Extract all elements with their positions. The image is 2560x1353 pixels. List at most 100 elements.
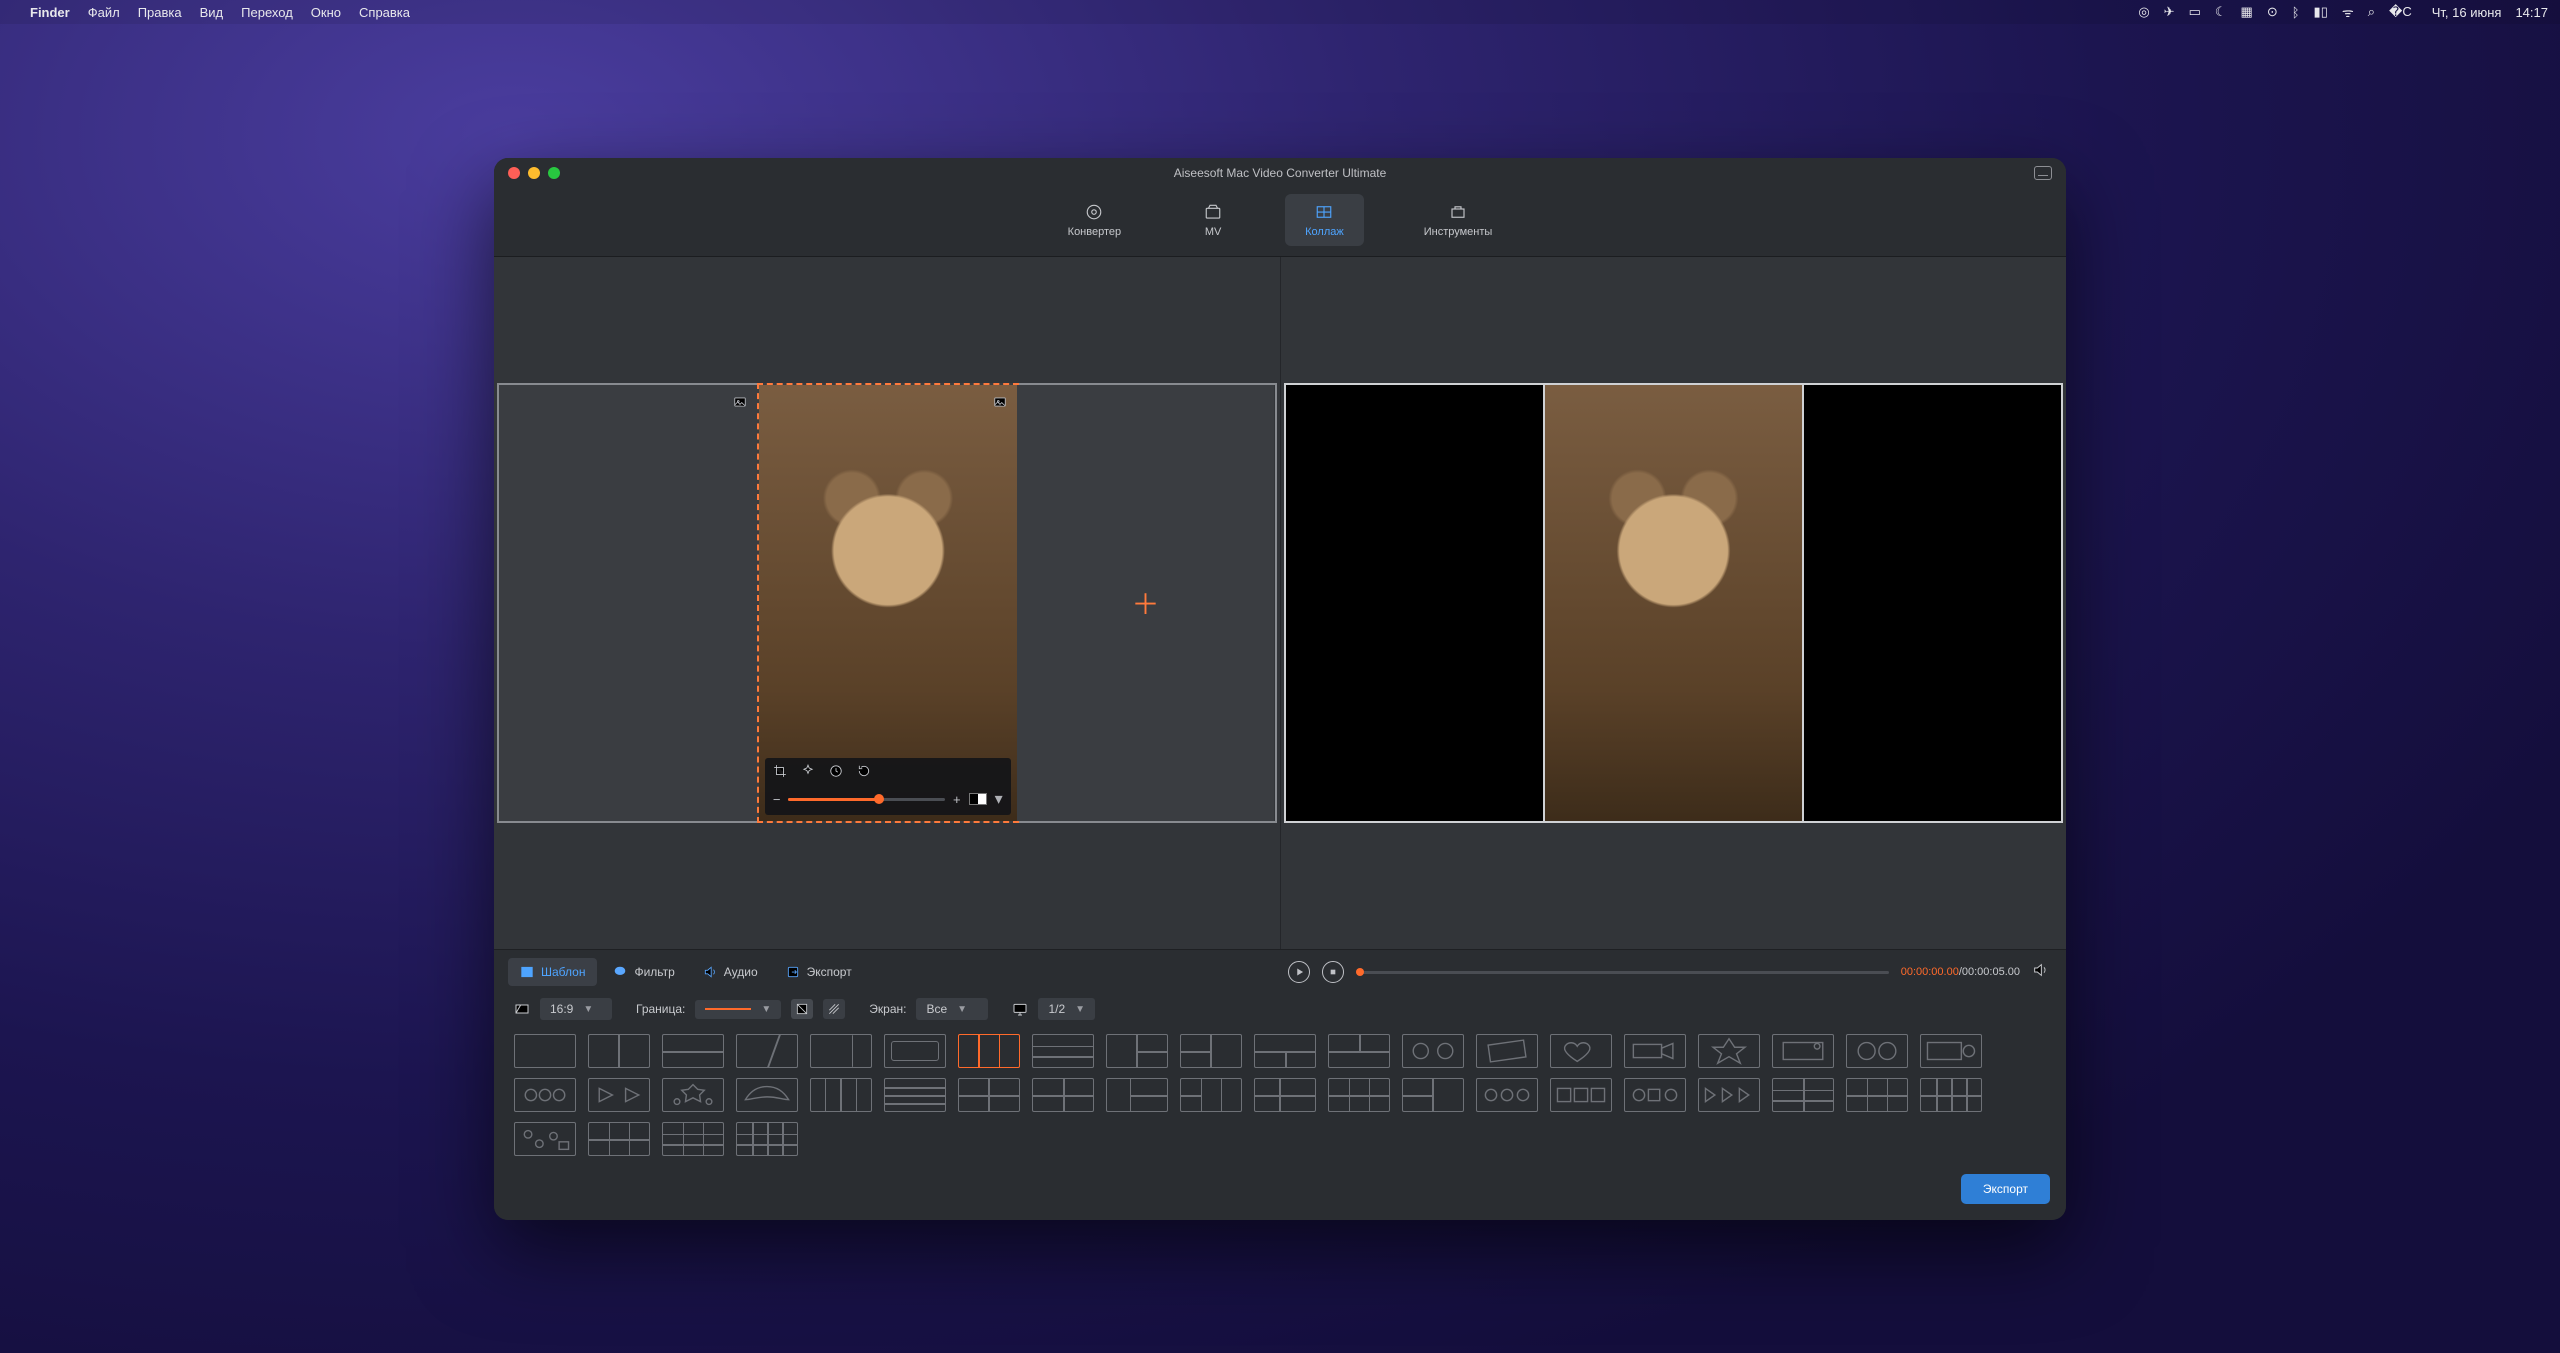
collage-cell-2-selected[interactable]: − + ▾ [757, 383, 1019, 823]
timeline-slider[interactable] [1356, 971, 1889, 974]
menubar-app-name[interactable]: Finder [30, 5, 70, 20]
template-21[interactable] [514, 1078, 576, 1112]
template-2[interactable] [588, 1034, 650, 1068]
collage-cell-1[interactable] [499, 385, 759, 821]
template-11[interactable] [1254, 1034, 1316, 1068]
window-minimize-button[interactable] [528, 167, 540, 179]
template-13[interactable] [1402, 1034, 1464, 1068]
zoom-in-button[interactable]: + [953, 792, 961, 807]
tab-mv[interactable]: MV [1181, 194, 1245, 246]
bluetooth-icon[interactable]: ᛒ [2292, 5, 2300, 20]
window-fullscreen-button[interactable] [548, 167, 560, 179]
template-5[interactable] [810, 1034, 872, 1068]
subtab-export[interactable]: Экспорт [774, 958, 864, 986]
screen-dropdown[interactable]: Все ▼ [916, 998, 988, 1020]
template-18[interactable] [1772, 1034, 1834, 1068]
template-38[interactable] [1772, 1078, 1834, 1112]
template-10[interactable] [1180, 1034, 1242, 1068]
template-6[interactable] [884, 1034, 946, 1068]
template-30[interactable] [1180, 1078, 1242, 1112]
border-off-button[interactable] [791, 999, 813, 1019]
template-29[interactable] [1106, 1078, 1168, 1112]
template-12[interactable] [1328, 1034, 1390, 1068]
aspect-ratio-dropdown[interactable]: 16:9 ▼ [540, 998, 612, 1020]
template-17[interactable] [1698, 1034, 1760, 1068]
template-36[interactable] [1624, 1078, 1686, 1112]
template-25[interactable] [810, 1078, 872, 1112]
subtab-filter[interactable]: Фильтр [601, 958, 686, 986]
template-26[interactable] [884, 1078, 946, 1112]
telegram-icon[interactable]: ✈ [2164, 4, 2175, 20]
fill-mode-dropdown-icon[interactable]: ▾ [995, 789, 1003, 809]
template-19[interactable] [1846, 1034, 1908, 1068]
add-media-icon[interactable]: ＋ [1132, 583, 1160, 623]
template-8[interactable] [1032, 1034, 1094, 1068]
crop-icon[interactable] [773, 764, 787, 783]
screen-mode-icon[interactable] [2034, 166, 2052, 180]
menu-file[interactable]: Файл [88, 5, 120, 20]
template-44[interactable] [736, 1122, 798, 1156]
status-icon-3[interactable]: ▭ [2189, 4, 2201, 20]
battery-icon[interactable]: ▮▯ [2314, 4, 2328, 20]
export-button[interactable]: Экспорт [1961, 1174, 2050, 1204]
collage-edit-canvas[interactable]: − + ▾ ＋ [497, 383, 1277, 823]
border-style-dropdown[interactable]: ▼ [695, 1000, 781, 1019]
status-icon-6[interactable]: ⊙ [2267, 4, 2278, 20]
control-center-icon[interactable]: �C [2389, 4, 2412, 20]
screens-count-dropdown[interactable]: 1/2 ▼ [1038, 998, 1095, 1020]
template-28[interactable] [1032, 1078, 1094, 1112]
menu-edit[interactable]: Правка [138, 5, 182, 20]
subtab-audio[interactable]: Аудио [691, 958, 770, 986]
menu-help[interactable]: Справка [359, 5, 410, 20]
template-1[interactable] [514, 1034, 576, 1068]
border-pattern-button[interactable] [823, 999, 845, 1019]
status-icon-5[interactable]: ▦ [2241, 4, 2253, 20]
subtab-template[interactable]: Шаблон [508, 958, 597, 986]
template-7-selected[interactable] [958, 1034, 1020, 1068]
template-16[interactable] [1624, 1034, 1686, 1068]
template-35[interactable] [1550, 1078, 1612, 1112]
template-43[interactable] [662, 1122, 724, 1156]
menu-go[interactable]: Переход [241, 5, 293, 20]
template-32[interactable] [1328, 1078, 1390, 1112]
template-24[interactable] [736, 1078, 798, 1112]
template-39[interactable] [1846, 1078, 1908, 1112]
template-15[interactable] [1550, 1034, 1612, 1068]
menubar-time[interactable]: 14:17 [2515, 5, 2548, 20]
effects-icon[interactable] [801, 764, 815, 783]
template-41[interactable] [514, 1122, 576, 1156]
template-33[interactable] [1402, 1078, 1464, 1112]
tab-converter[interactable]: Конвертер [1048, 194, 1141, 246]
fill-mode-button[interactable] [969, 793, 987, 805]
reset-icon[interactable] [857, 764, 871, 783]
spotlight-icon[interactable]: ⌕ [2368, 4, 2375, 20]
status-icon-4[interactable]: ☾ [2215, 4, 2227, 20]
template-14[interactable] [1476, 1034, 1538, 1068]
template-22[interactable] [588, 1078, 650, 1112]
template-37[interactable] [1698, 1078, 1760, 1112]
wifi-icon[interactable]: ᯤ [2342, 3, 2354, 21]
zoom-out-button[interactable]: − [773, 792, 781, 807]
template-34[interactable] [1476, 1078, 1538, 1112]
template-42[interactable] [588, 1122, 650, 1156]
template-9[interactable] [1106, 1034, 1168, 1068]
menu-window[interactable]: Окно [311, 5, 341, 20]
menubar-date[interactable]: Чт, 16 июня [2432, 5, 2502, 20]
template-3[interactable] [662, 1034, 724, 1068]
template-4[interactable] [736, 1034, 798, 1068]
collage-cell-3-empty[interactable]: ＋ [1017, 385, 1275, 821]
window-close-button[interactable] [508, 167, 520, 179]
duration-icon[interactable] [829, 764, 843, 783]
template-23[interactable] [662, 1078, 724, 1112]
template-31[interactable] [1254, 1078, 1316, 1112]
volume-icon[interactable] [2032, 962, 2048, 983]
template-20[interactable] [1920, 1034, 1982, 1068]
tab-tools[interactable]: Инструменты [1404, 194, 1513, 246]
template-40[interactable] [1920, 1078, 1982, 1112]
tab-collage[interactable]: Коллаж [1285, 194, 1364, 246]
status-icon-1[interactable]: ◎ [2138, 4, 2149, 20]
stop-button[interactable] [1322, 961, 1344, 983]
play-button[interactable] [1288, 961, 1310, 983]
zoom-slider[interactable] [788, 798, 945, 801]
menu-view[interactable]: Вид [200, 5, 224, 20]
